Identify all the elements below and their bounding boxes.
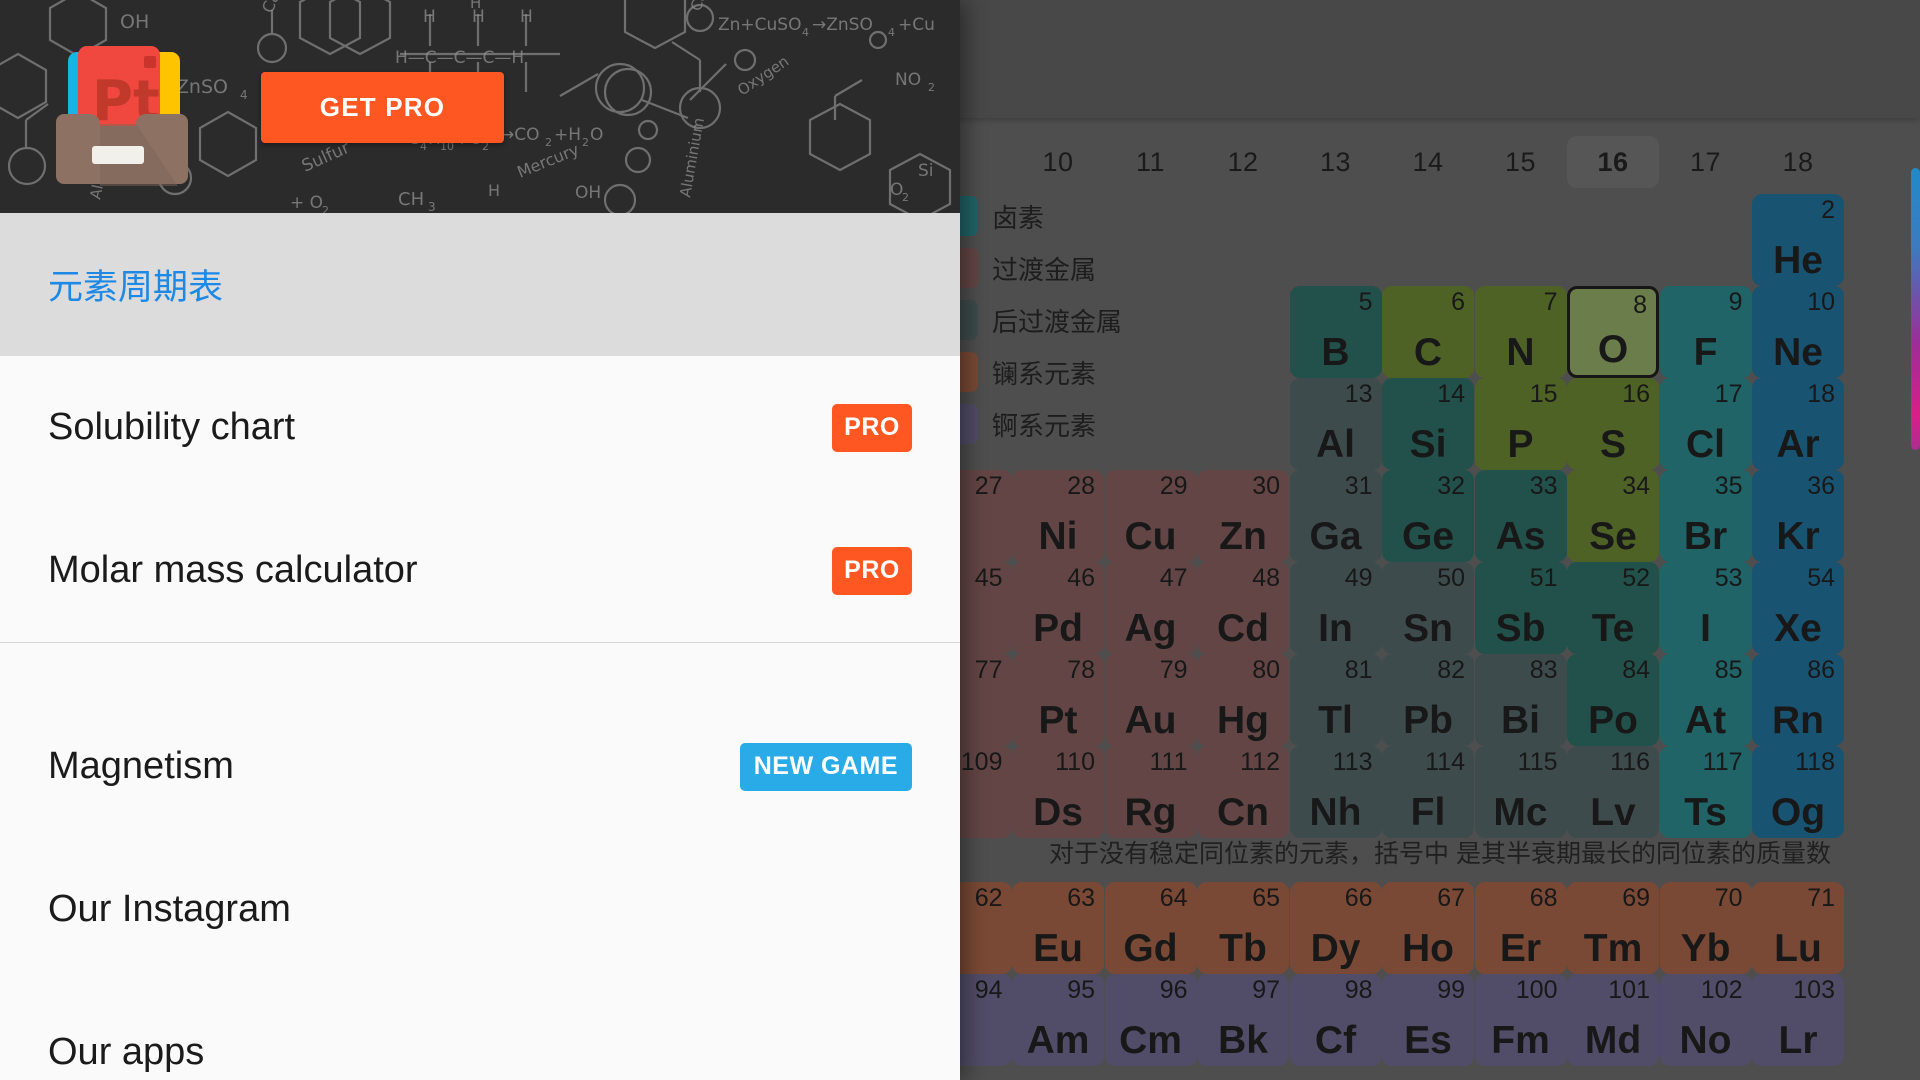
svg-text:2: 2 <box>582 136 589 149</box>
svg-text:OH: OH <box>120 11 149 33</box>
menu-item-magnetism[interactable]: Magnetism NEW GAME <box>0 695 960 838</box>
menu-item-our-instagram[interactable]: Our Instagram <box>0 838 960 981</box>
svg-text:+ O: + O <box>290 193 323 213</box>
svg-text:2: 2 <box>902 191 909 204</box>
menu-item-molar-mass-calculator[interactable]: Molar mass calculator PRO <box>0 499 960 642</box>
menu-item-label: Our Instagram <box>48 888 291 930</box>
svg-text:+Cu: +Cu <box>898 15 935 35</box>
screen: 10 11 12 13 14 15 16 17 18 卤素 过渡金属 后过渡金属 镧系元素 锕系元素 2… <box>0 0 1920 1080</box>
menu-item-label: Molar mass calculator <box>48 549 418 591</box>
svg-text:2: 2 <box>322 204 329 213</box>
svg-text:Aluminium: Aluminium <box>676 116 708 198</box>
pro-badge[interactable]: PRO <box>832 403 912 452</box>
svg-text:Si: Si <box>918 161 934 181</box>
svg-text:→ZnSO: →ZnSO <box>812 15 873 35</box>
svg-text:NO: NO <box>895 70 921 90</box>
svg-text:4: 4 <box>240 88 248 102</box>
svg-text:Carbon: Carbon <box>258 0 297 15</box>
new-game-badge[interactable]: NEW GAME <box>739 742 912 791</box>
menu-item-label: 元素周期表 <box>48 268 224 307</box>
svg-text:H: H <box>423 7 436 27</box>
menu-item-solubility-chart[interactable]: Solubility chart PRO <box>0 356 960 499</box>
app-logo-pt-icon: Pt <box>56 46 188 186</box>
svg-text:O: O <box>590 125 603 145</box>
menu-item-元素周期表[interactable]: 元素周期表 <box>0 213 960 356</box>
svg-text:CH: CH <box>398 189 424 210</box>
vertical-scrollbar[interactable] <box>1911 168 1920 450</box>
drawer-menu-list: 元素周期表 Solubility chart PRO Molar mass calcu… <box>0 213 960 1080</box>
svg-text:2: 2 <box>928 81 935 94</box>
svg-text:2: 2 <box>545 136 552 149</box>
svg-text:H: H <box>488 181 500 200</box>
svg-text:H: H <box>470 0 481 12</box>
pro-badge[interactable]: PRO <box>832 546 912 595</box>
svg-text:H—C—C—C—H: H—C—C—C—H <box>395 48 524 68</box>
menu-section-gap <box>0 643 960 695</box>
navigation-drawer: OH SO 4 →ZnSO 4 H H H H H H—C—C—C—H Zn+C… <box>0 0 960 1080</box>
svg-text:Carbon: Carbon <box>687 0 722 13</box>
svg-text:Zn+CuSO: Zn+CuSO <box>718 15 801 35</box>
svg-text:3: 3 <box>428 200 436 213</box>
menu-item-label: Solubility chart <box>48 406 296 448</box>
svg-text:Sulfur: Sulfur <box>299 138 353 177</box>
menu-item-label: Magnetism <box>48 745 234 787</box>
svg-text:4: 4 <box>888 26 895 39</box>
svg-text:→CO: →CO <box>500 125 540 145</box>
menu-item-our-apps[interactable]: Our apps <box>0 981 960 1080</box>
svg-text:Oxygen: Oxygen <box>734 52 792 99</box>
get-pro-button[interactable]: GET PRO <box>261 72 504 143</box>
svg-text:4: 4 <box>802 26 809 39</box>
menu-item-label: Our apps <box>48 1031 205 1073</box>
svg-text:H: H <box>520 7 533 27</box>
drawer-header: OH SO 4 →ZnSO 4 H H H H H H—C—C—C—H Zn+C… <box>0 0 960 213</box>
svg-text:OH: OH <box>575 183 601 203</box>
